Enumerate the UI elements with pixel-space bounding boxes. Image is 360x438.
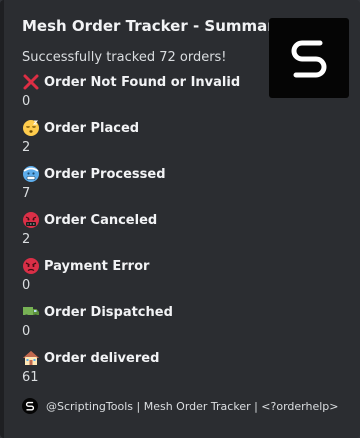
field-name: Order Placed — [44, 120, 140, 136]
sleepy-face-icon — [22, 119, 40, 137]
field-value: 2 — [22, 140, 31, 155]
field-value: 61 — [22, 370, 39, 385]
mesh-logo-thumbnail[interactable] — [269, 18, 349, 98]
field-order-placed: Order Placed 2 — [22, 118, 262, 157]
mesh-logo-icon — [22, 398, 38, 414]
embed-footer: @ScriptingTools | Mesh Order Tracker | <… — [22, 397, 339, 415]
embed-title: Mesh Order Tracker - Summary — [22, 17, 285, 35]
field-value: 0 — [22, 94, 31, 109]
cursing-face-icon — [22, 211, 40, 229]
field-order-not-found: Order Not Found or Invalid 0 — [22, 72, 262, 111]
delivery-truck-icon — [22, 303, 40, 321]
house-icon — [22, 349, 40, 367]
field-order-canceled: Order Canceled 2 — [22, 210, 262, 249]
red-cross-mark-icon — [22, 73, 40, 91]
field-name: Order Processed — [44, 166, 166, 182]
field-order-dispatched: Order Dispatched 0 — [22, 302, 262, 341]
angry-face-icon — [22, 257, 40, 275]
field-value: 2 — [22, 232, 31, 247]
mesh-logo-icon — [291, 40, 327, 78]
field-name: Order Dispatched — [44, 304, 173, 320]
field-value: 7 — [22, 186, 31, 201]
field-name: Payment Error — [44, 258, 150, 274]
field-payment-error: Payment Error 0 — [22, 256, 262, 295]
field-name: Order Not Found or Invalid — [44, 74, 241, 90]
footer-text: @ScriptingTools | Mesh Order Tracker | <… — [46, 399, 339, 413]
order-summary-embed: Mesh Order Tracker - Summary Successfull… — [0, 0, 360, 438]
embed-description: Successfully tracked 72 orders! — [22, 50, 227, 65]
field-name: Order delivered — [44, 350, 160, 366]
cold-face-icon — [22, 165, 40, 183]
field-name: Order Canceled — [44, 212, 158, 228]
field-order-processed: Order Processed 7 — [22, 164, 262, 203]
field-value: 0 — [22, 324, 31, 339]
field-order-delivered: Order delivered 61 — [22, 348, 262, 387]
field-value: 0 — [22, 278, 31, 293]
